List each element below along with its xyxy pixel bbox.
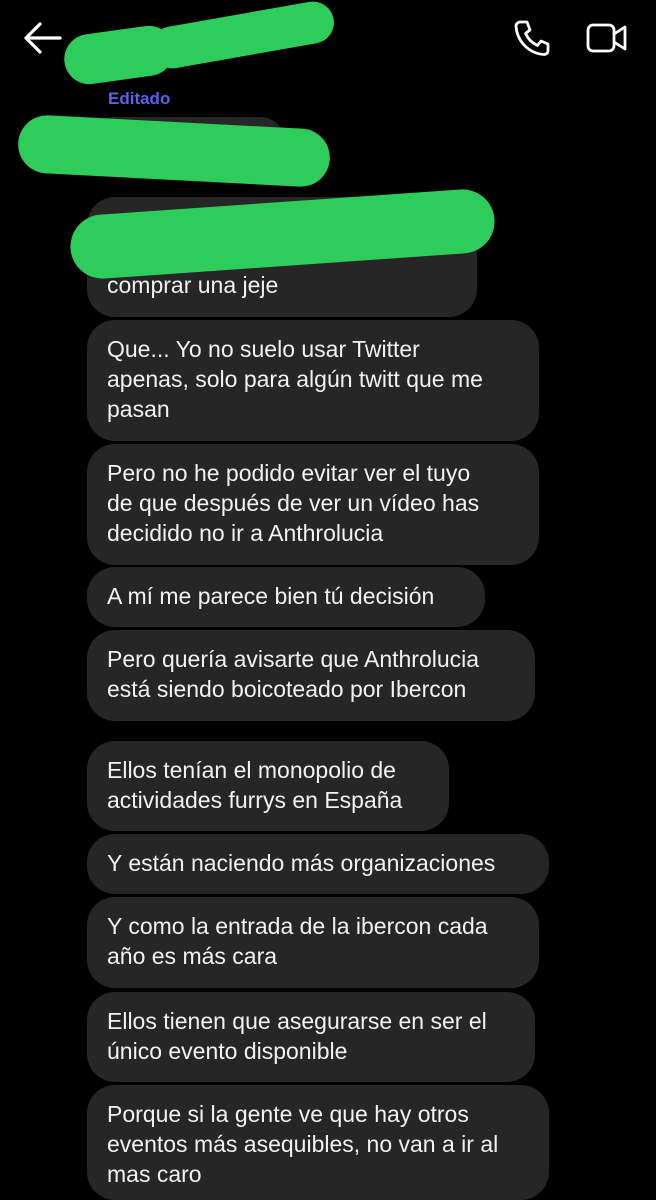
phone-icon: [514, 20, 550, 56]
message-bubble-8: Y como la entrada de la ibercon cada año…: [87, 897, 539, 988]
back-button[interactable]: [20, 18, 64, 58]
video-camera-icon: [586, 23, 627, 53]
message-bubble-2: Que... Yo no suelo usar Twitter apenas, …: [87, 320, 539, 441]
message-bubble-4: A mí me parece bien tú decisión: [87, 567, 485, 627]
message-bubble-7: Y están naciendo más organizaciones: [87, 834, 549, 894]
message-bubble-3: Pero no he podido evitar ver el tuyo de …: [87, 444, 539, 565]
message-bubble-10: Porque si la gente ve que hay otros even…: [87, 1085, 549, 1200]
arrow-left-icon: [24, 22, 62, 54]
chat-header: [0, 0, 656, 88]
message-bubble-5: Pero quería avisarte que Anthrolucia est…: [87, 630, 535, 721]
redacted-message-content: [16, 113, 332, 189]
voice-call-button[interactable]: [510, 16, 554, 60]
video-call-button[interactable]: [584, 16, 630, 60]
message-bubble-6: Ellos tenían el monopolio de actividades…: [87, 741, 449, 831]
message-bubble-9: Ellos tienen que asegurarse en ser el ún…: [87, 992, 535, 1082]
edited-label: Editado: [108, 89, 171, 108]
redacted-contact-name: [147, 0, 338, 72]
